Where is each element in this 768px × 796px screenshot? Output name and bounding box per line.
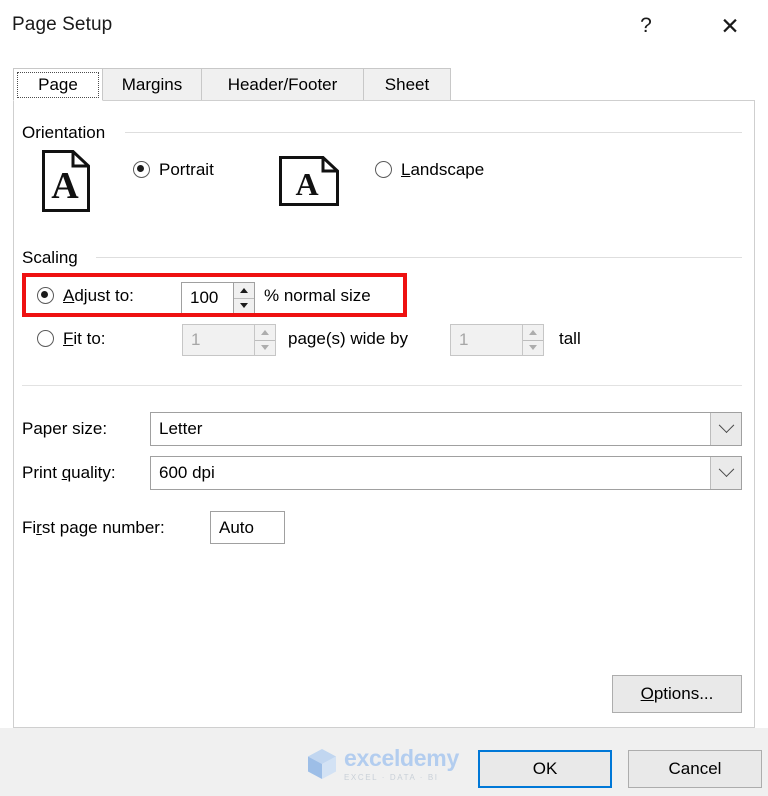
fit-to-tall-spinner-up[interactable] xyxy=(523,325,543,341)
arrow-down-icon xyxy=(240,303,248,309)
fit-to-wide-spinner-down[interactable] xyxy=(255,341,275,356)
scaling-group-label: Scaling xyxy=(22,248,85,268)
print-quality-value: 600 dpi xyxy=(159,463,215,482)
arrow-down-icon xyxy=(529,345,537,351)
paper-size-label: Paper size: xyxy=(22,419,108,438)
first-page-number-label: First page number: xyxy=(22,518,165,537)
adjust-to-label-text: Adjust to: xyxy=(63,286,134,305)
chevron-down-icon xyxy=(718,460,734,477)
arrow-up-icon xyxy=(261,329,269,335)
tab-page[interactable]: Page xyxy=(13,68,103,101)
fit-to-wide-spinner-up[interactable] xyxy=(255,325,275,341)
tab-sheet[interactable]: Sheet xyxy=(363,68,451,101)
watermark-tagline: EXCEL · DATA · BI xyxy=(344,772,439,782)
cancel-button-label: Cancel xyxy=(668,759,722,778)
first-page-number-value: Auto xyxy=(219,517,254,537)
title-bar: Page Setup ? ✕ xyxy=(0,0,768,52)
options-button-label: Options... xyxy=(640,684,714,703)
landscape-radio[interactable] xyxy=(375,161,392,178)
fit-to-tall-text: tall xyxy=(559,329,581,348)
orientation-group-line xyxy=(125,132,742,133)
orientation-group-label: Orientation xyxy=(22,123,113,143)
first-page-number-input[interactable]: Auto xyxy=(210,511,285,544)
tab-strip: Page Margins Header/Footer Sheet xyxy=(13,68,755,101)
landscape-label[interactable]: Landscape xyxy=(401,160,484,180)
landscape-page-icon: A xyxy=(279,156,339,206)
arrow-down-icon xyxy=(261,345,269,351)
adjust-to-label[interactable]: Adjust to: xyxy=(63,286,134,306)
tab-page-label: Page xyxy=(38,74,78,94)
portrait-label-text: Portrait xyxy=(159,160,214,179)
tab-margins[interactable]: Margins xyxy=(102,68,202,101)
exceldemy-logo-icon xyxy=(308,749,336,779)
chevron-down-icon xyxy=(718,416,734,433)
scaling-group-line xyxy=(96,257,742,258)
fit-to-label[interactable]: Fit to: xyxy=(63,329,106,349)
fit-to-tall-spinner-down[interactable] xyxy=(523,341,543,356)
paper-size-value: Letter xyxy=(159,419,203,438)
fit-to-tall-input[interactable]: 1 xyxy=(450,324,523,356)
arrow-up-icon xyxy=(529,329,537,335)
paper-size-dropdown[interactable]: Letter xyxy=(150,412,742,446)
adjust-to-radio[interactable] xyxy=(37,287,54,304)
portrait-radio[interactable] xyxy=(133,161,150,178)
fit-to-tall-spinner[interactable] xyxy=(522,324,544,356)
fit-to-wide-value: 1 xyxy=(191,330,201,349)
fit-to-radio[interactable] xyxy=(37,330,54,347)
fit-to-label-text: Fit to: xyxy=(63,329,106,348)
fit-to-middle-text: page(s) wide by xyxy=(288,329,409,348)
svg-text:A: A xyxy=(51,165,79,207)
ok-button-label: OK xyxy=(532,759,558,778)
landscape-label-text: Landscape xyxy=(401,160,485,179)
adjust-to-suffix: % normal size xyxy=(264,286,371,305)
tab-header-footer-label: Header/Footer xyxy=(227,74,338,94)
print-quality-dropdown[interactable]: 600 dpi xyxy=(150,456,742,490)
adjust-to-value: 100 xyxy=(190,288,219,307)
close-icon[interactable]: ✕ xyxy=(710,8,750,44)
print-quality-chevron-button[interactable] xyxy=(710,457,741,489)
ok-button[interactable]: OK xyxy=(478,750,612,788)
window-title: Page Setup xyxy=(12,14,113,35)
tab-sheet-label: Sheet xyxy=(384,74,430,94)
exceldemy-watermark: exceldemy EXCEL · DATA · BI xyxy=(305,744,470,784)
tab-header-footer[interactable]: Header/Footer xyxy=(201,68,364,101)
paper-size-chevron-button[interactable] xyxy=(710,413,741,445)
portrait-page-icon: A xyxy=(42,150,90,212)
adjust-to-spinner-up[interactable] xyxy=(234,283,254,299)
tab-margins-label: Margins xyxy=(121,74,183,94)
help-icon[interactable]: ? xyxy=(626,8,666,44)
options-button[interactable]: Options... xyxy=(612,675,742,713)
adjust-to-input[interactable]: 100 xyxy=(181,282,234,314)
cancel-button[interactable]: Cancel xyxy=(628,750,762,788)
print-quality-label: Print quality: xyxy=(22,463,116,482)
svg-text:A: A xyxy=(295,166,318,202)
fit-to-wide-spinner[interactable] xyxy=(254,324,276,356)
adjust-to-spinner[interactable] xyxy=(233,282,255,314)
fit-to-tall-value: 1 xyxy=(459,330,469,349)
arrow-up-icon xyxy=(240,287,248,293)
section-divider xyxy=(22,385,742,386)
adjust-to-spinner-down[interactable] xyxy=(234,299,254,314)
portrait-label[interactable]: Portrait xyxy=(159,160,214,180)
watermark-name: exceldemy xyxy=(344,744,459,771)
fit-to-wide-input[interactable]: 1 xyxy=(182,324,255,356)
